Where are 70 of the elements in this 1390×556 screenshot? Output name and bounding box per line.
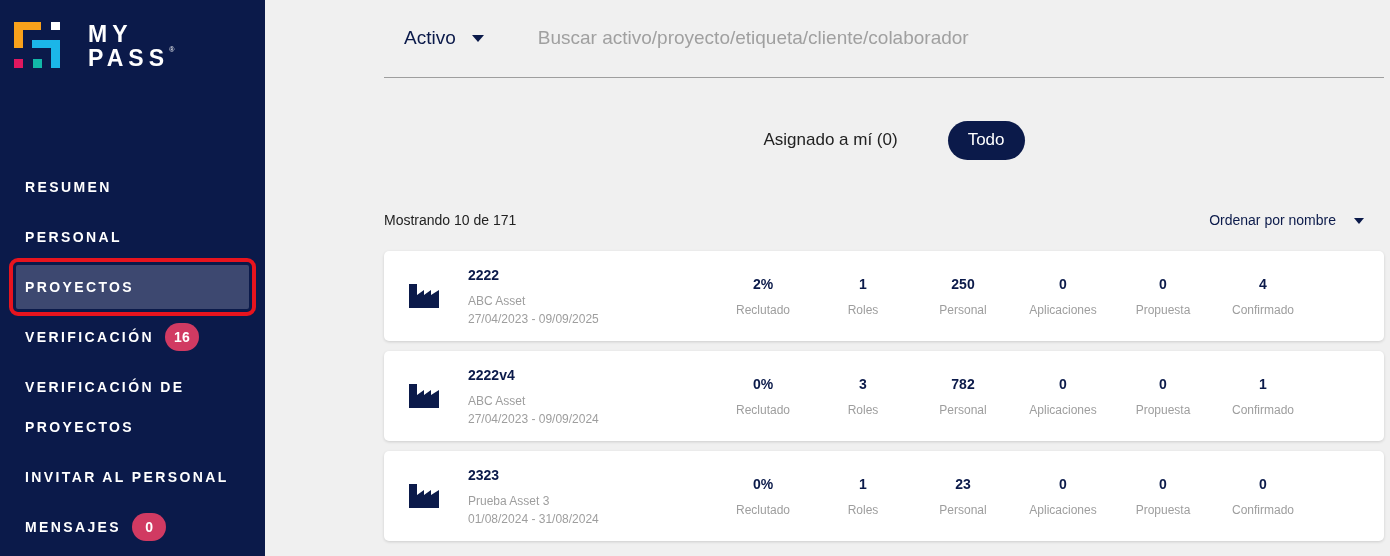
date-range: 27/04/2023 - 09/09/2025 [468,310,600,328]
count-badge: 16 [164,323,199,351]
stat-value: 250 [951,274,975,294]
stat-value: 782 [951,374,975,394]
nav-item[interactable]: VERIFICACIÓN DE PROYECTOS [16,365,249,449]
stat-label: Roles [847,501,879,519]
stat-label: Aplicaciones [1029,501,1097,519]
filter-dropdown[interactable]: Activo [384,24,484,53]
stat-label: Roles [847,401,879,419]
asset-name: ABC Asset [468,292,527,310]
stat-value: 0 [1059,474,1067,494]
stat-label: Confirmado [1232,301,1294,319]
nav-item[interactable]: PERSONAL [16,215,249,259]
asset-name: ABC Asset [468,392,527,410]
filter-tab[interactable]: Asignado a mí (0) [743,120,918,160]
stat-label: Propuesta [1135,501,1191,519]
nav-item[interactable]: RESUMEN [16,165,249,209]
stat-value: 1 [859,274,867,294]
stat-label: Reclutado [735,301,790,319]
factory-icon [409,483,440,509]
stat-label: Propuesta [1135,401,1191,419]
factory-icon [409,383,440,409]
caret-icon [471,35,484,42]
date-range: 27/04/2023 - 09/09/2024 [468,410,600,428]
logo-text: MY [88,22,134,46]
factory-icon [409,283,440,309]
stat-label: Propuesta [1135,301,1191,319]
filter-tab[interactable]: Todo [947,120,1025,160]
sort-dropdown[interactable]: Ordenar por nombre [1209,210,1384,231]
caret-icon [1354,217,1364,224]
search-field[interactable]: Buscar activo/proyecto/etiqueta/cliente/colaborador [537,24,1384,53]
stat-label: Aplicaciones [1029,401,1097,419]
stat-value: 3 [859,374,867,394]
logo-text: PASS [88,46,170,70]
stat-label: Personal [939,501,987,519]
project-card[interactable]: 2222v4 ABC Asset 27/04/2023 - 09/09/2024 0% Reclutado 3 Roles 782 Personal 0 Aplicaciones 0 Propuesta 1 Confirmado [384,351,1384,441]
asset-name: Prueba Asset 3 [468,492,551,510]
stat-value: 0 [1159,274,1167,294]
nav-item[interactable]: MENSAJES 0 [16,505,249,549]
stat-label: Aplicaciones [1029,301,1097,319]
stat-label: Personal [939,301,987,319]
stat-label: Reclutado [735,501,790,519]
stat-value: 0 [1259,474,1267,494]
stat-value: 0 [1059,374,1067,394]
project-name: 2222 [468,265,501,285]
stat-value: 4 [1259,274,1267,294]
project-name: 2222v4 [468,365,516,385]
stat-label: Personal [939,401,987,419]
project-card[interactable]: 2222 ABC Asset 27/04/2023 - 09/09/2025 2% Reclutado 1 Roles 250 Personal 0 Aplicaciones 0 Propuesta 4 Confirmado [384,251,1384,341]
project-name: 2323 [468,465,501,485]
stat-value: 1 [1259,374,1267,394]
nav-item[interactable]: INVITAR AL PERSONAL [16,455,249,499]
logo-icon [14,22,61,69]
stat-value: 0% [752,374,774,394]
stat-label: Confirmado [1232,501,1294,519]
stat-label: Confirmado [1232,401,1294,419]
nav-item[interactable]: VERIFICACIÓN 16 [16,315,249,359]
date-range: 01/08/2024 - 31/08/2024 [468,510,600,528]
count-badge: 0 [132,513,167,541]
stat-value: 0 [1059,274,1067,294]
stat-value: 0% [752,474,774,494]
stat-label: Roles [847,301,879,319]
project-card[interactable]: 2323 Prueba Asset 3 01/08/2024 - 31/08/2024 0% Reclutado 1 Roles 23 Personal 0 Aplicaciones 0 Propuesta 0 Confirmado [384,451,1384,541]
stat-value: 0 [1159,374,1167,394]
result-count: Mostrando 10 de 171 [384,211,517,230]
stat-value: 1 [859,474,867,494]
stat-value: 0 [1159,474,1167,494]
stat-label: Reclutado [735,401,790,419]
stat-value: 2% [752,274,774,294]
stat-value: 23 [955,474,971,494]
